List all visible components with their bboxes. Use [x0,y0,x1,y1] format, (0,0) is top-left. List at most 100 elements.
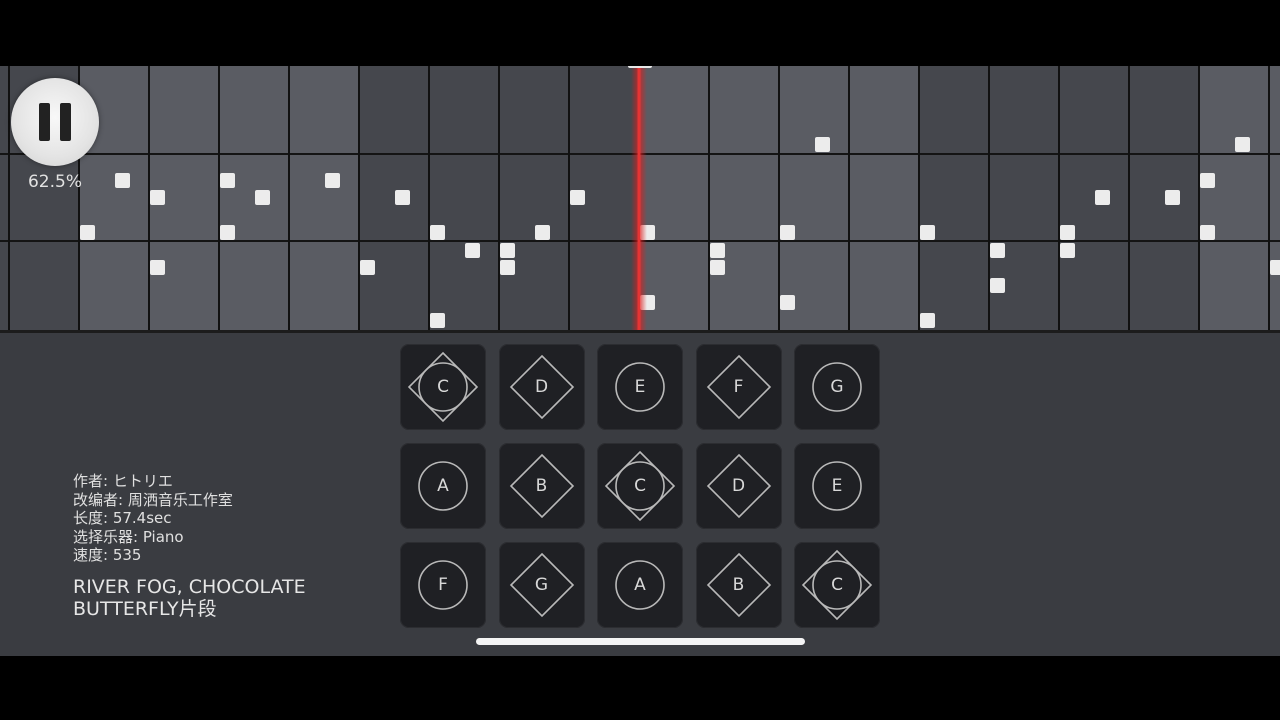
note-block [500,260,515,275]
key-label: G [830,377,844,397]
playhead[interactable] [631,66,647,332]
key-a[interactable]: A [597,542,683,628]
bar-line [1268,66,1270,332]
key-label: C [437,377,449,397]
song-info: 作者: ヒトリエ 改编者: 周洒音乐工作室 长度: 57.4sec 选择乐器: … [73,472,233,565]
note-block [395,190,410,205]
note-block [710,260,725,275]
key-label: A [634,575,646,595]
key-f[interactable]: F [400,542,486,628]
note-block [80,225,95,240]
bar-line [1058,66,1060,332]
key-label: B [535,476,548,496]
note-block [815,137,830,152]
key-label: D [731,476,746,496]
bar-line [918,66,920,332]
note-block [990,243,1005,258]
note-block [1165,190,1180,205]
key-d[interactable]: D [695,443,782,529]
arranger-line: 改编者: 周洒音乐工作室 [73,490,233,509]
playhead-cap [628,66,652,68]
bar-line [8,66,10,332]
note-block [535,225,550,240]
home-indicator[interactable] [476,638,805,645]
bar-line [358,66,360,332]
note-block [360,260,375,275]
note-block [220,225,235,240]
roll-measure [920,66,1200,332]
bar-line [498,66,500,332]
bar-line [218,66,220,332]
bar-line [1198,66,1200,332]
note-block [1060,225,1075,240]
roll-measure [640,66,920,332]
note-block [1200,173,1215,188]
key-b[interactable]: B [695,542,782,628]
bar-line [708,66,710,332]
note-block [710,243,725,258]
key-b[interactable]: B [498,443,585,529]
note-block [780,295,795,310]
key-c[interactable]: C [400,344,486,430]
zoom-level: 62.5% [27,172,82,192]
note-block [1200,225,1215,240]
song-title-line: BUTTERFLY片段 [73,598,217,620]
bar-line [428,66,430,332]
note-block [1270,260,1280,275]
note-block [255,190,270,205]
app-screen: 62.5% 作者: ヒトリエ 改编者: 周洒音乐工作室 长度: 57.4sec … [0,66,1280,656]
piano-roll[interactable]: 62.5% [0,66,1280,332]
author-line: 作者: ヒトリエ [73,472,173,490]
bar-line [288,66,290,332]
key-g[interactable]: G [498,542,585,628]
bar-line [848,66,850,332]
divider [0,330,1280,333]
bar-line [1128,66,1130,332]
key-label: G [534,575,549,595]
key-label: C [831,575,843,595]
key-pad: C D E F G A B C D E F G A B C [400,344,880,628]
key-g[interactable]: G [794,344,880,430]
song-title: RIVER FOG, CHOCOLATE BUTTERFLY片段 [73,576,306,620]
pause-icon [60,103,71,141]
key-e[interactable]: E [597,344,683,430]
pause-icon [39,103,50,141]
note-block [150,190,165,205]
length-line: 长度: 57.4sec [73,509,172,528]
note-block [430,313,445,328]
roll-measure [80,66,360,332]
instrument-line: 选择乐器: Piano [73,527,184,546]
note-block [150,260,165,275]
speed-line: 速度: 535 [73,546,142,565]
note-block [920,313,935,328]
song-title-line: RIVER FOG, CHOCOLATE [73,576,306,598]
key-label: E [634,377,646,397]
note-block [570,190,585,205]
note-block [1095,190,1110,205]
key-c[interactable]: C [794,542,880,628]
key-label: E [831,476,843,496]
key-label: C [634,476,646,496]
note-block [780,225,795,240]
key-e[interactable]: E [794,443,880,529]
key-d[interactable]: D [498,344,585,430]
bar-line [778,66,780,332]
key-label: B [732,575,745,595]
note-block [1235,137,1250,152]
note-block [1060,243,1075,258]
note-block [500,243,515,258]
pause-button[interactable] [11,78,99,166]
note-block [465,243,480,258]
note-block [325,173,340,188]
key-label: F [733,377,744,397]
key-label: A [437,476,449,496]
note-block [990,278,1005,293]
key-f[interactable]: F [695,344,782,430]
note-block [115,173,130,188]
note-block [430,225,445,240]
note-block [220,173,235,188]
key-c[interactable]: C [597,443,683,529]
key-label: D [534,377,549,397]
key-label: F [438,575,448,595]
key-a[interactable]: A [400,443,486,529]
